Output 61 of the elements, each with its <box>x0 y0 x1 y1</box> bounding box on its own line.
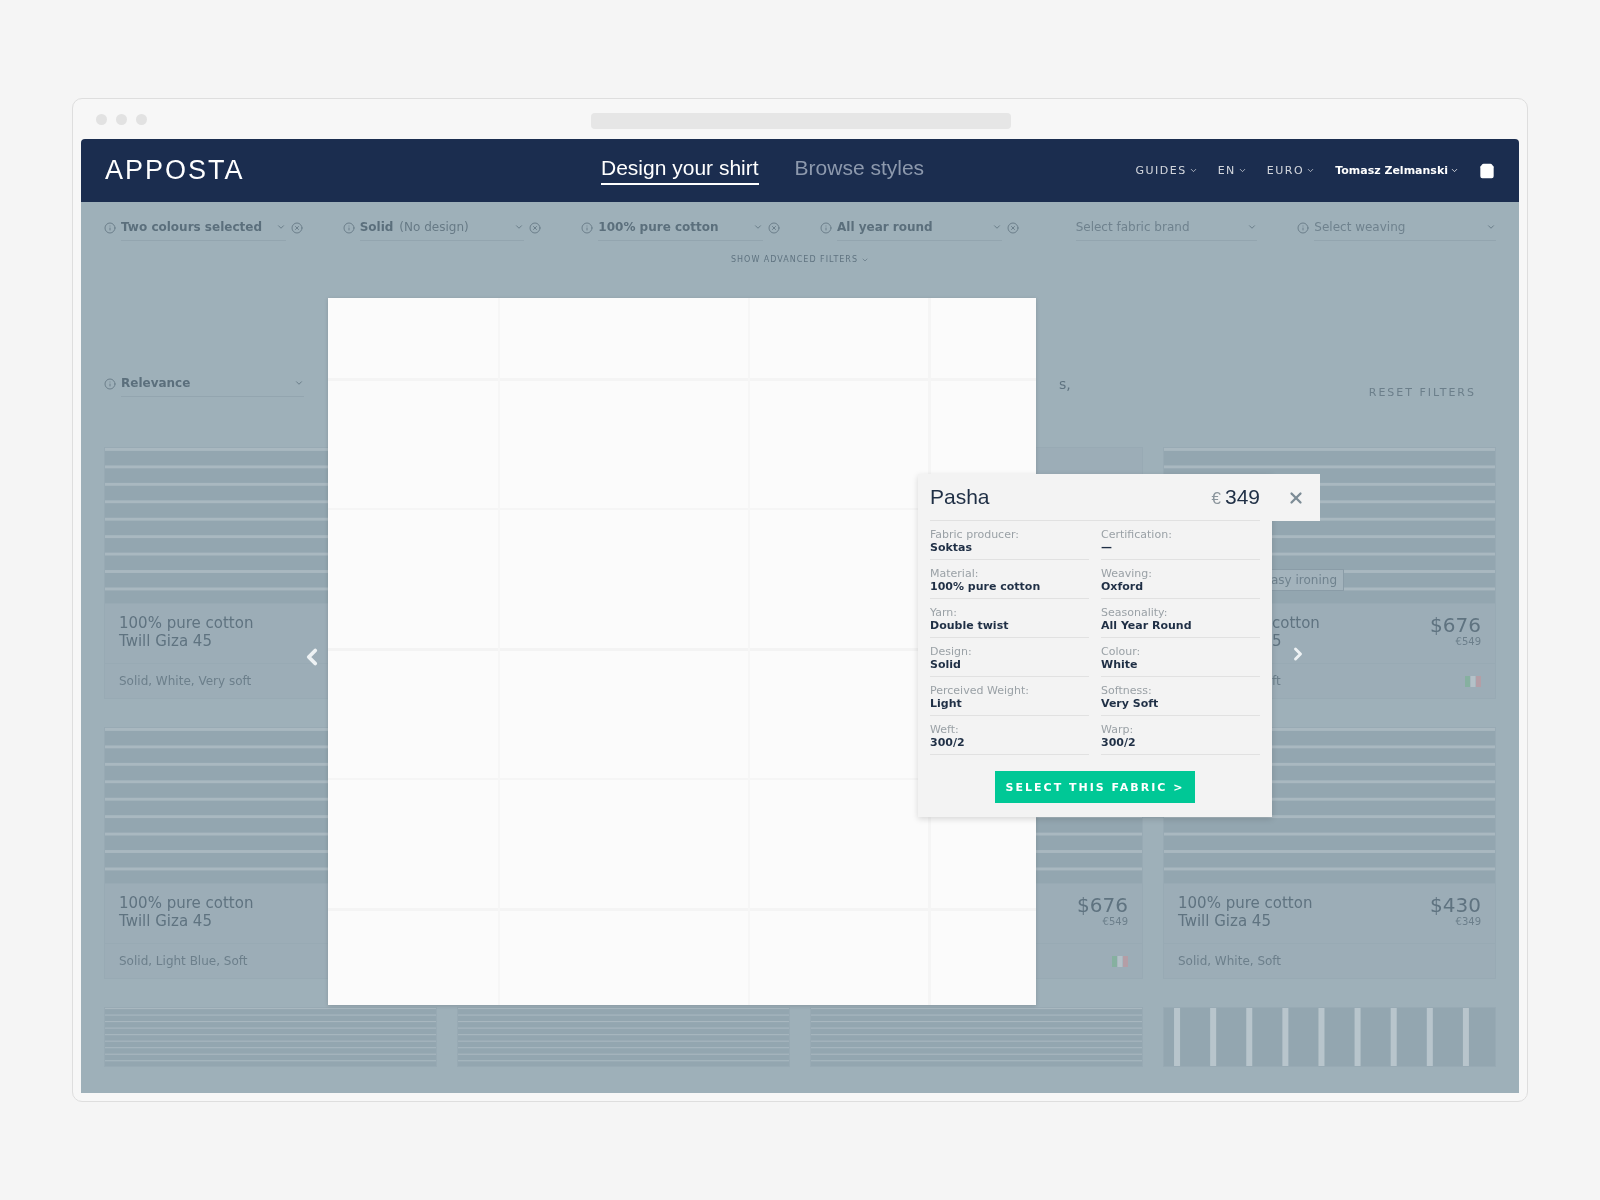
fabric-name: Twill Giza 45 <box>1178 912 1271 930</box>
fabric-name: 100% pure cotton <box>119 614 254 632</box>
advanced-filters-link[interactable]: SHOW ADVANCED FILTERS <box>731 255 869 264</box>
field-label: Seasonality: <box>1101 606 1169 619</box>
caret-icon <box>753 222 763 232</box>
nav-tab[interactable]: Browse styles <box>794 156 925 185</box>
clear-icon[interactable] <box>529 221 542 234</box>
shopping-bag-icon[interactable] <box>1479 162 1495 179</box>
caret-icon <box>1237 166 1247 175</box>
fabric-name: 100% pure cotton <box>1178 894 1313 912</box>
field-label: Certification: <box>1101 528 1173 541</box>
fabric-name: 100% pure cotton <box>119 894 254 912</box>
caret-icon <box>991 222 1002 232</box>
info-icon[interactable] <box>1297 221 1310 234</box>
caret-icon <box>1486 222 1496 232</box>
fabric-price: € 349 <box>1211 485 1260 509</box>
field-label: Warp: <box>1101 723 1135 736</box>
caret-icon <box>1188 166 1198 175</box>
user-menu[interactable]: Tomasz Zelmanski <box>1335 164 1459 177</box>
info-icon[interactable] <box>104 377 116 390</box>
sort-dropdown[interactable]: Relevance <box>121 370 304 397</box>
info-icon[interactable] <box>342 221 355 234</box>
select-fabric-button[interactable]: SELECT THIS FABRIC > <box>995 771 1195 803</box>
info-icon[interactable] <box>820 221 832 234</box>
filter-dropdown[interactable]: Two colours selected <box>121 214 286 241</box>
nav-menu[interactable]: GUIDES <box>1135 164 1198 177</box>
fabric-price: $676 <box>1430 614 1481 636</box>
fabric-name: Twill Giza 45 <box>119 912 212 930</box>
clear-icon[interactable] <box>768 221 780 234</box>
field-label: Weaving: <box>1101 567 1153 580</box>
info-icon[interactable] <box>104 221 116 234</box>
filter-dropdown[interactable]: All year round <box>837 214 1002 241</box>
fabric-price: $676 <box>1077 894 1128 916</box>
info-icon[interactable] <box>581 221 594 234</box>
field-value: All Year Round <box>1101 619 1193 633</box>
caret-icon <box>294 378 304 388</box>
fabric-name: Twill Giza 45 <box>119 632 212 650</box>
fabric-name: cotton <box>1272 614 1320 632</box>
clear-icon[interactable] <box>1006 221 1019 234</box>
nav-tab[interactable]: Design your shirt <box>601 156 759 185</box>
filter-dropdown[interactable]: 100% pure cotton <box>598 214 763 241</box>
field-value: White <box>1101 658 1139 672</box>
field-label: Colour: <box>1101 645 1142 658</box>
caret-icon <box>514 222 525 232</box>
caret-icon <box>1247 222 1258 232</box>
close-button[interactable] <box>1272 474 1320 521</box>
fabric-price: $430 <box>1430 894 1481 916</box>
field-value: Oxford <box>1101 580 1145 594</box>
caret-icon <box>1306 166 1316 175</box>
nav-menu[interactable]: EURO <box>1266 164 1316 177</box>
field-value: 300/2 <box>1101 736 1137 750</box>
field-label: Softness: <box>1101 684 1153 697</box>
nav-menu[interactable]: EN <box>1217 164 1247 177</box>
logo[interactable]: APPOSTA <box>105 155 601 186</box>
field-value: Very Soft <box>1101 697 1160 711</box>
fabric-name: 5 <box>1272 632 1282 650</box>
caret-icon <box>275 222 286 232</box>
clear-icon[interactable] <box>290 221 303 234</box>
field-value: — <box>1101 541 1113 555</box>
caret-icon <box>1450 166 1459 175</box>
results-text: s, <box>1059 375 1072 392</box>
